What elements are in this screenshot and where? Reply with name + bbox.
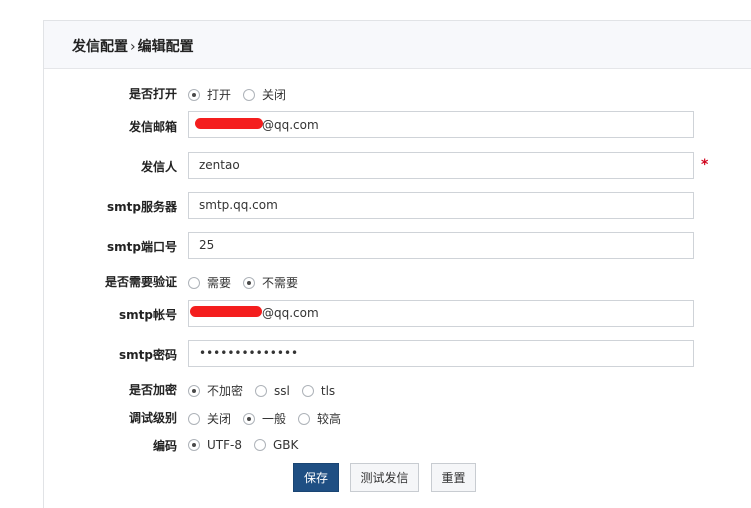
radio-unselected-icon xyxy=(188,276,200,289)
encryption-radio-tls[interactable]: tls xyxy=(301,384,335,398)
save-button[interactable]: 保存 xyxy=(293,463,339,492)
charset-label: 编码 xyxy=(152,439,177,453)
radio-selected-icon xyxy=(188,439,200,451)
radio-selected-icon xyxy=(243,276,256,289)
redaction-mark xyxy=(190,306,262,317)
required-mark: * xyxy=(701,157,709,173)
sender-name-label: 发信人 xyxy=(140,160,177,174)
sender-name-input[interactable]: zentao xyxy=(188,152,694,179)
need-auth-radio-group: 需要 不需要 xyxy=(188,274,310,291)
turn-on-radio-on[interactable]: 打开 xyxy=(188,86,231,103)
breadcrumb-mail-config[interactable]: 发信配置 xyxy=(72,39,128,55)
test-send-button[interactable]: 测试发信 xyxy=(350,463,419,492)
reset-button[interactable]: 重置 xyxy=(431,463,476,492)
radio-selected-icon xyxy=(188,384,200,397)
smtp-port-label: smtp端口号 xyxy=(107,240,177,254)
panel-header: 发信配置 › 编辑配置 xyxy=(44,21,751,69)
smtp-port-input[interactable]: 25 xyxy=(188,232,694,259)
debug-level-label: 调试级别 xyxy=(128,411,177,425)
need-auth-radio-no[interactable]: 不需要 xyxy=(243,274,298,291)
smtp-account-domain: @qq.com xyxy=(262,306,319,320)
need-auth-label: 是否需要验证 xyxy=(104,275,177,289)
radio-unselected-icon xyxy=(301,384,314,397)
debug-level-radio-high[interactable]: 较高 xyxy=(298,410,341,427)
charset-radio-utf8[interactable]: UTF-8 xyxy=(188,438,242,452)
encryption-radio-ssl[interactable]: ssl xyxy=(255,384,290,398)
radio-selected-icon xyxy=(188,88,200,101)
encryption-radio-group: 不加密 ssl tls xyxy=(188,382,347,399)
debug-level-radio-group: 关闭 一般 较高 xyxy=(188,410,353,427)
smtp-password-input[interactable]: •••••••••••••• xyxy=(188,340,694,367)
breadcrumb: 发信配置 › 编辑配置 xyxy=(72,36,194,56)
smtp-server-label: smtp服务器 xyxy=(107,200,177,214)
redaction-mark xyxy=(195,118,263,129)
sender-email-domain: @qq.com xyxy=(262,118,319,132)
turn-on-label: 是否打开 xyxy=(128,87,177,101)
breadcrumb-separator: › xyxy=(130,39,136,55)
need-auth-radio-yes[interactable]: 需要 xyxy=(188,274,231,291)
encryption-radio-none[interactable]: 不加密 xyxy=(188,382,243,399)
encryption-label: 是否加密 xyxy=(128,383,177,397)
charset-radio-gbk[interactable]: GBK xyxy=(253,438,298,452)
turn-on-radio-off[interactable]: 关闭 xyxy=(243,86,286,103)
smtp-server-input[interactable]: smtp.qq.com xyxy=(188,192,694,219)
debug-level-radio-off[interactable]: 关闭 xyxy=(188,410,231,427)
radio-unselected-icon xyxy=(253,439,266,451)
radio-selected-icon xyxy=(243,412,256,425)
charset-radio-group: UTF-8 GBK xyxy=(188,438,310,452)
smtp-password-label: smtp密码 xyxy=(119,348,177,362)
radio-unselected-icon xyxy=(298,412,311,425)
sender-email-label: 发信邮箱 xyxy=(128,120,177,134)
radio-unselected-icon xyxy=(255,384,268,397)
smtp-account-label: smtp帐号 xyxy=(119,308,177,322)
radio-unselected-icon xyxy=(243,88,256,101)
breadcrumb-edit-config: 编辑配置 xyxy=(137,39,194,55)
turn-on-radio-group: 打开 关闭 xyxy=(188,86,298,103)
radio-unselected-icon xyxy=(188,412,200,425)
debug-level-radio-normal[interactable]: 一般 xyxy=(243,410,286,427)
